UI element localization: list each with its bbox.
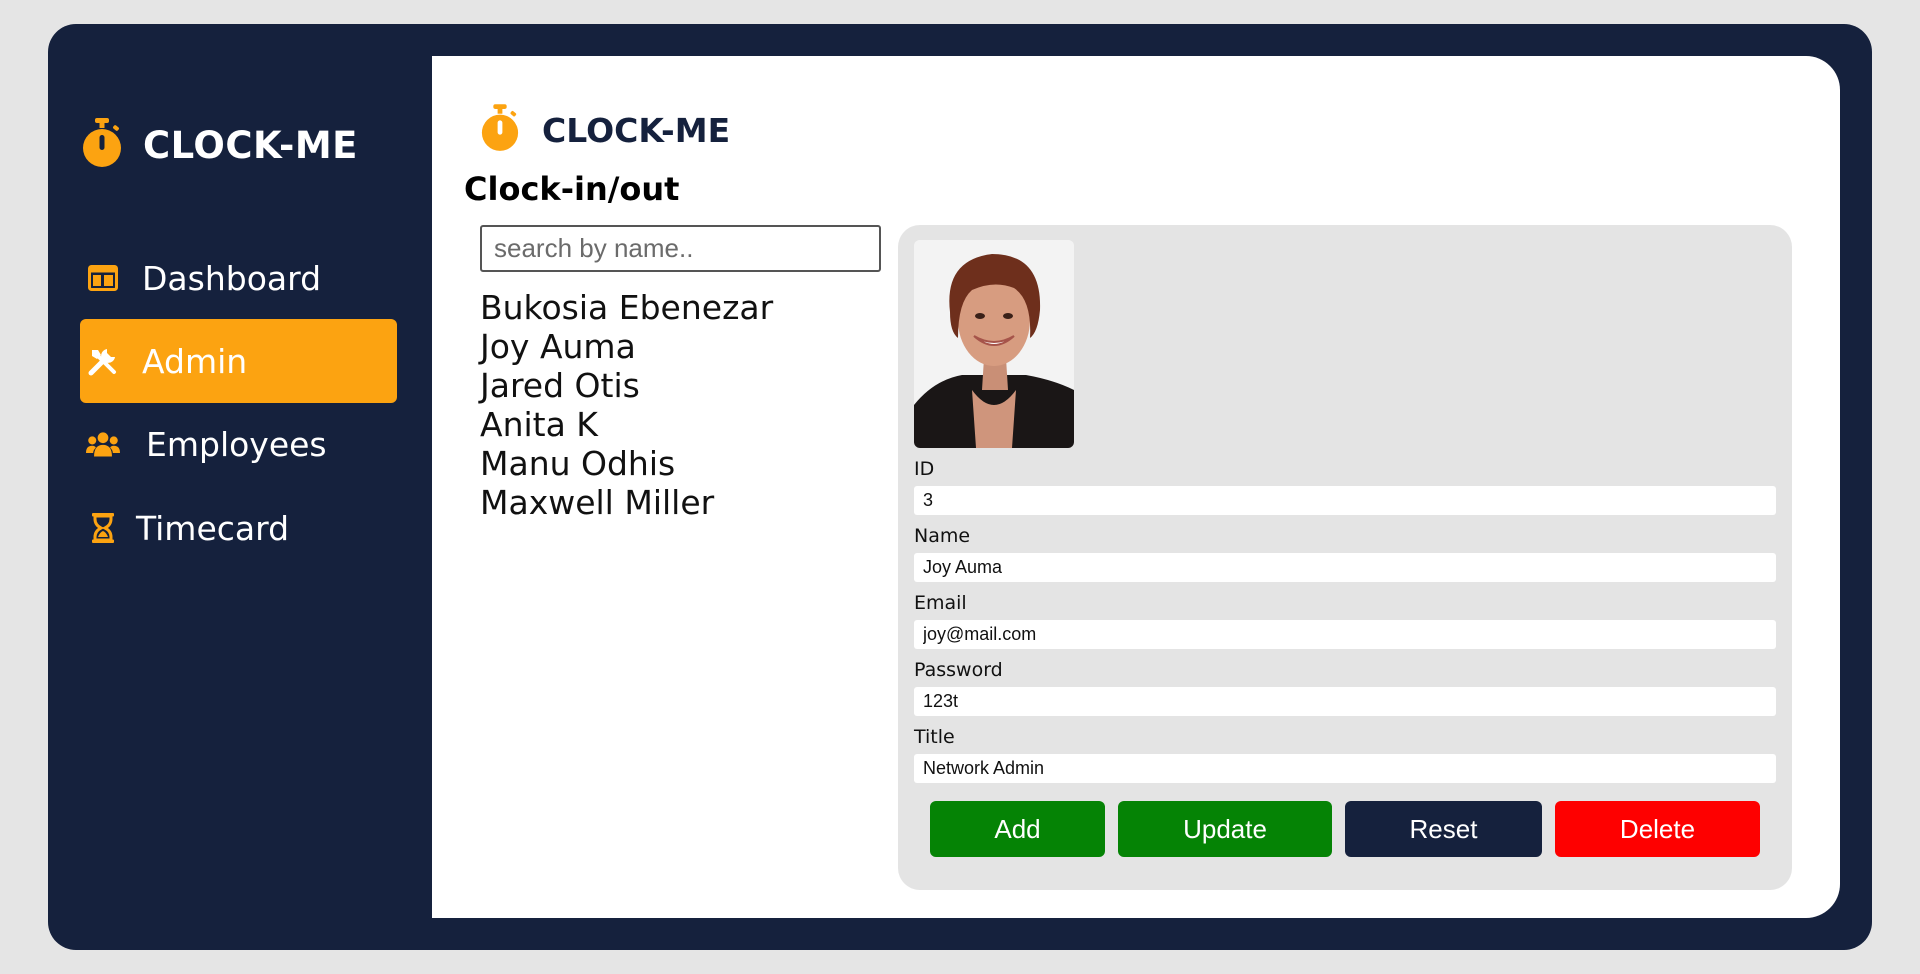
reset-button[interactable]: Reset — [1345, 801, 1542, 857]
email-field[interactable] — [914, 620, 1776, 649]
delete-button[interactable]: Delete — [1555, 801, 1760, 857]
list-item[interactable]: Bukosia Ebenezar — [480, 288, 773, 327]
employee-detail-card: ID Name Email Password Title Add Update … — [898, 225, 1792, 890]
id-field[interactable] — [914, 486, 1776, 515]
sidebar-item-employees[interactable]: Employees — [80, 402, 397, 486]
list-item[interactable]: Jared Otis — [480, 366, 773, 405]
employee-photo — [914, 240, 1074, 448]
header-logo: CLOCK-ME — [480, 104, 730, 156]
stopwatch-icon — [480, 104, 520, 156]
header-brand-name: CLOCK-ME — [542, 110, 731, 150]
add-button[interactable]: Add — [930, 801, 1105, 857]
email-label: Email — [914, 592, 967, 614]
dashboard-icon — [86, 261, 120, 295]
name-field[interactable] — [914, 553, 1776, 582]
main-panel: CLOCK-ME Clock-in/out Bukosia Ebenezar J… — [432, 56, 1840, 918]
list-item[interactable]: Anita K — [480, 405, 773, 444]
sidebar-item-label: Admin — [142, 341, 248, 381]
password-label: Password — [914, 659, 1003, 681]
list-item[interactable]: Manu Odhis — [480, 444, 773, 483]
hourglass-icon — [86, 511, 120, 545]
sidebar-item-admin[interactable]: Admin — [80, 319, 397, 403]
sidebar-item-label: Employees — [146, 424, 327, 464]
search-input[interactable] — [480, 225, 881, 272]
title-label: Title — [914, 726, 955, 748]
sidebar-item-label: Dashboard — [142, 258, 322, 298]
sidebar-brand-name: CLOCK-ME — [143, 123, 358, 167]
list-item[interactable]: Joy Auma — [480, 327, 773, 366]
list-item[interactable]: Maxwell Miller — [480, 483, 773, 522]
name-label: Name — [914, 525, 971, 547]
users-icon — [86, 427, 120, 461]
sidebar-logo: CLOCK-ME — [81, 118, 358, 172]
id-label: ID — [914, 458, 935, 480]
sidebar-item-timecard[interactable]: Timecard — [80, 486, 397, 570]
sidebar-item-label: Timecard — [136, 508, 290, 548]
title-field[interactable] — [914, 754, 1776, 783]
stopwatch-icon — [81, 118, 123, 172]
employee-list: Bukosia Ebenezar Joy Auma Jared Otis Ani… — [480, 288, 773, 522]
tools-icon — [86, 344, 120, 378]
sidebar-item-dashboard[interactable]: Dashboard — [80, 236, 397, 320]
page-title: Clock-in/out — [464, 170, 680, 208]
password-field[interactable] — [914, 687, 1776, 716]
update-button[interactable]: Update — [1118, 801, 1332, 857]
